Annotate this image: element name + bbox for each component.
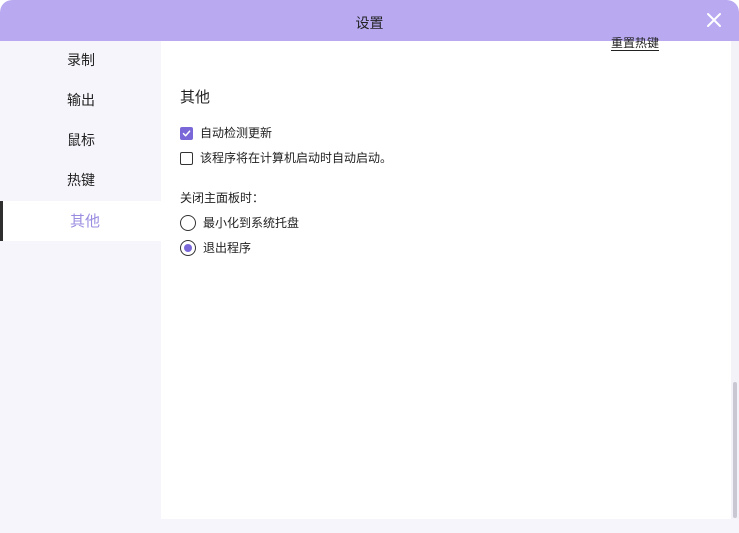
sidebar-item-label: 录制 xyxy=(67,53,95,69)
exit-program-radio[interactable] xyxy=(180,240,196,256)
autostart-checkbox[interactable] xyxy=(180,152,193,165)
sidebar-item-output[interactable]: 输出 xyxy=(0,81,161,121)
sidebar-item-mouse[interactable]: 鼠标 xyxy=(0,121,161,161)
check-icon xyxy=(182,130,191,137)
auto-update-label: 自动检测更新 xyxy=(200,126,273,140)
sidebar-item-label: 其他 xyxy=(70,212,101,230)
close-button[interactable] xyxy=(705,11,723,29)
close-panel-label: 关闭主面板时： xyxy=(180,191,265,205)
sidebar-item-label: 热键 xyxy=(67,173,95,189)
settings-window: 设置 录制 输出 鼠标 热键 其他 重置热键 其他 自动检测更新 该程序将在计算… xyxy=(0,0,739,533)
section-title: 其他 xyxy=(180,88,211,106)
sidebar-item-hotkeys[interactable]: 热键 xyxy=(0,161,161,201)
minimize-to-tray-label: 最小化到系统托盘 xyxy=(203,216,300,230)
close-icon xyxy=(707,13,721,27)
title-bar: 设置 xyxy=(0,0,739,41)
settings-sidebar: 录制 输出 鼠标 热键 其他 xyxy=(0,41,161,533)
active-indicator xyxy=(0,201,3,241)
radio-selected-dot xyxy=(184,244,192,252)
autostart-label: 该程序将在计算机启动时自动启动。 xyxy=(200,151,393,165)
sidebar-item-other[interactable]: 其他 xyxy=(0,201,161,241)
minimize-to-tray-radio[interactable] xyxy=(180,215,196,231)
bottom-strip xyxy=(161,519,739,533)
scrollbar-thumb[interactable] xyxy=(733,382,737,518)
sidebar-item-record[interactable]: 录制 xyxy=(0,41,161,81)
auto-update-checkbox[interactable] xyxy=(180,127,193,140)
sidebar-item-label: 鼠标 xyxy=(67,133,95,149)
exit-program-label: 退出程序 xyxy=(203,241,252,255)
reset-hotkey-link[interactable]: 重置热键 xyxy=(611,37,660,51)
settings-content: 重置热键 其他 自动检测更新 该程序将在计算机启动时自动启动。 关闭主面板时： … xyxy=(161,37,731,519)
sidebar-item-label: 输出 xyxy=(67,93,95,109)
